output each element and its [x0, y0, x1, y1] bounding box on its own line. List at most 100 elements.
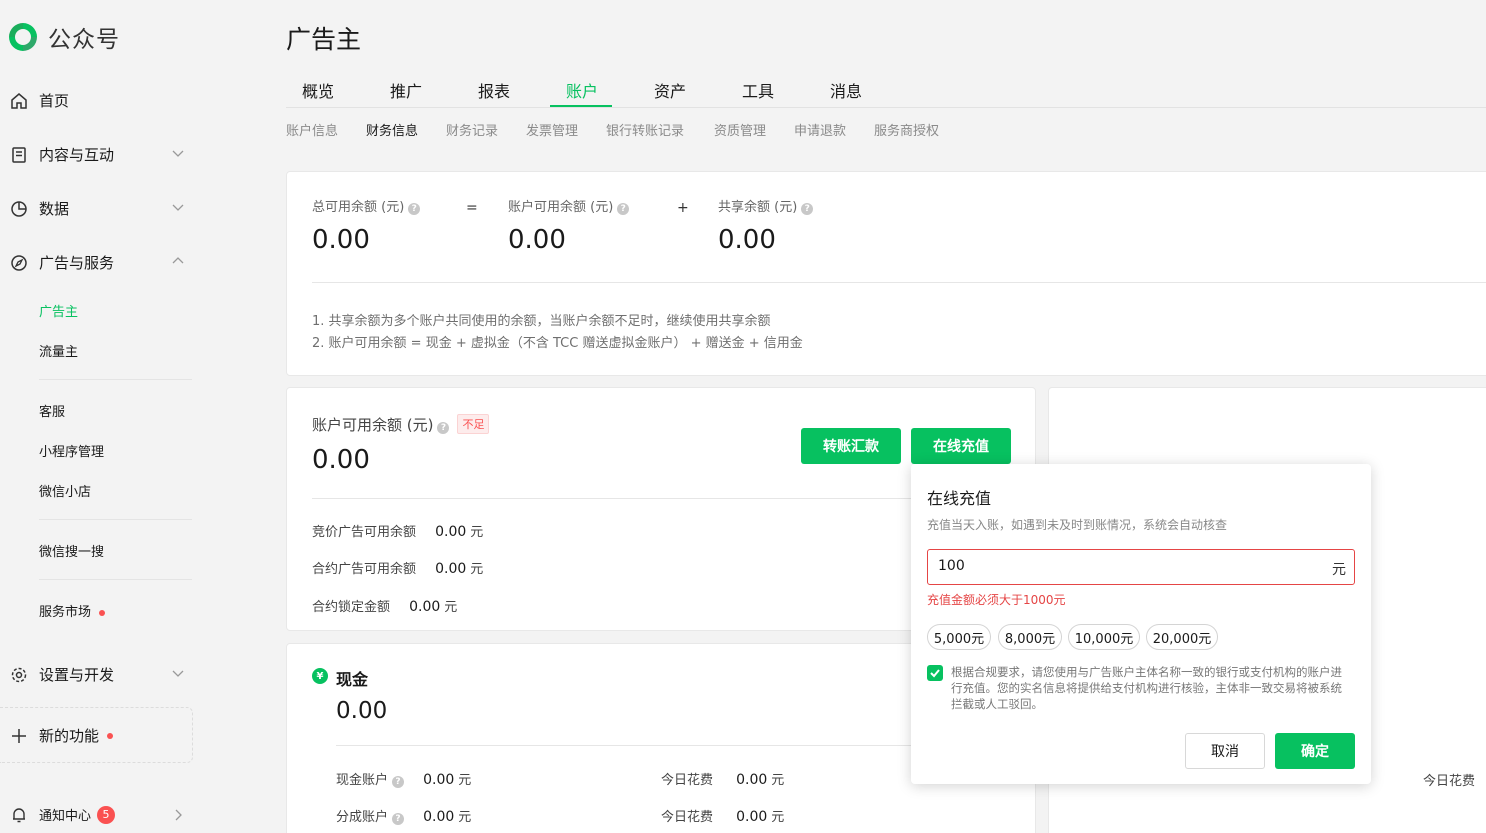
- sidebar-item-advertiser[interactable]: 广告主: [39, 301, 78, 320]
- today-spend-value: 0.00: [736, 772, 768, 788]
- main-tabs: 概览 推广 报表 账户 资产 工具 消息: [286, 70, 1486, 108]
- confirm-button[interactable]: 确定: [1275, 733, 1355, 769]
- tab-assets[interactable]: 资产: [654, 78, 686, 102]
- bell-icon: [13, 807, 25, 822]
- help-icon[interactable]: ?: [437, 422, 450, 434]
- cash-value: 0.00: [336, 698, 388, 724]
- sidebar: 公众号 首页 内容与互动 数据 广告与服务 广告主 流量主 客服 小程序管理 微…: [0, 0, 200, 833]
- subtab-refund[interactable]: 申请退款: [794, 120, 846, 139]
- compass-icon: [11, 254, 27, 271]
- divider: [39, 519, 192, 520]
- subtab-provider-auth[interactable]: 服务商授权: [874, 120, 939, 139]
- bid-balance-label: 竞价广告可用余额: [312, 525, 417, 540]
- cash-today-row: 今日花费 0.00 元: [661, 769, 784, 788]
- active-tab-indicator: [550, 105, 612, 107]
- contract-locked-value: 0.00: [409, 599, 441, 615]
- divider: [39, 579, 192, 580]
- nav-content[interactable]: 内容与互动: [10, 144, 184, 165]
- tab-reports[interactable]: 报表: [478, 78, 510, 102]
- tab-account[interactable]: 账户: [566, 78, 598, 102]
- help-icon[interactable]: ?: [408, 203, 421, 215]
- yuan-icon: ¥: [312, 668, 328, 684]
- tab-overview[interactable]: 概览: [302, 78, 334, 102]
- nav-new-features[interactable]: 新的功能: [10, 725, 180, 746]
- popover-description: 充值当天入账，如遇到未及时到账情况，系统会自动核查: [927, 518, 1228, 532]
- note-shared: 1. 共享余额为多个账户共同使用的余额，当账户余额不足时，继续使用共享余额: [312, 314, 771, 329]
- total-balance-label: 总可用余额 (元): [312, 200, 405, 215]
- unit: 元: [458, 773, 472, 788]
- quick-amount-8000[interactable]: 8,000元: [998, 624, 1062, 650]
- subtab-bank-transfer[interactable]: 银行转账记录: [606, 120, 684, 139]
- tab-tools[interactable]: 工具: [742, 78, 774, 102]
- note-formula: 2. 账户可用余额 = 现金 + 虚拟金（不含 TCC 赠送虚拟金账户） + 赠…: [312, 336, 803, 351]
- contract-locked-label: 合约锁定金额: [312, 600, 391, 615]
- unit: 元: [458, 810, 472, 825]
- sidebar-item-publisher[interactable]: 流量主: [39, 341, 78, 360]
- nav-new-features-label: 新的功能: [39, 727, 100, 745]
- logo[interactable]: 公众号: [6, 20, 120, 54]
- share-account-row: 分成账户? 0.00 元: [336, 806, 471, 825]
- checkmark-icon: [930, 669, 940, 678]
- sidebar-item-search[interactable]: 微信搜一搜: [39, 541, 104, 560]
- total-balance-value: 0.00: [312, 225, 370, 255]
- nav-settings[interactable]: 设置与开发: [10, 664, 184, 685]
- share-account-label: 分成账户: [336, 810, 389, 825]
- transfer-button[interactable]: 转账汇款: [801, 428, 901, 464]
- subtab-account-info[interactable]: 账户信息: [286, 120, 338, 139]
- sidebar-item-miniprogram[interactable]: 小程序管理: [39, 441, 104, 460]
- quick-amount-5000[interactable]: 5,000元: [927, 624, 991, 650]
- today-spend-label: 今日花费: [661, 810, 714, 825]
- cash-account-label: 现金账户: [336, 773, 389, 788]
- nav-data[interactable]: 数据: [10, 198, 184, 219]
- contract-balance-value: 0.00: [435, 561, 467, 577]
- contract-balance-row: 合约广告可用余额 0.00 元: [312, 558, 483, 577]
- chevron-down-icon: [172, 670, 184, 677]
- gear-icon: [11, 667, 27, 682]
- chevron-down-icon: [172, 150, 184, 157]
- sidebar-item-shop[interactable]: 微信小店: [39, 481, 91, 500]
- total-balance: 总可用余额 (元)? 0.00: [312, 196, 421, 255]
- recharge-amount-input[interactable]: [938, 558, 1298, 574]
- balance-summary-card: 总可用余额 (元)? 0.00 = 账户可用余额 (元)? 0.00 + 共享余…: [286, 171, 1486, 376]
- plus-sign: +: [677, 200, 689, 216]
- bid-balance-value: 0.00: [435, 524, 467, 540]
- cancel-button[interactable]: 取消: [1185, 733, 1265, 769]
- subtab-invoice[interactable]: 发票管理: [526, 120, 578, 139]
- tab-promotion[interactable]: 推广: [390, 78, 422, 102]
- shared-balance: 共享余额 (元)? 0.00: [718, 196, 814, 255]
- help-icon[interactable]: ?: [392, 776, 405, 788]
- wechat-official-logo-icon: [9, 23, 37, 51]
- sidebar-item-market[interactable]: 服务市场: [39, 601, 106, 620]
- tab-messages[interactable]: 消息: [830, 78, 862, 102]
- quick-amount-10000[interactable]: 10,000元: [1068, 624, 1140, 650]
- divider: [312, 498, 1012, 499]
- agreement-checkbox[interactable]: [927, 665, 943, 681]
- nav-home[interactable]: 首页: [10, 90, 180, 111]
- nav-data-label: 数据: [39, 200, 70, 218]
- quick-amount-20000[interactable]: 20,000元: [1146, 624, 1218, 650]
- share-today-row: 今日花费 0.00 元: [661, 806, 784, 825]
- account-card-header: 账户可用余额 (元)? 不足: [312, 414, 490, 435]
- nav-ads[interactable]: 广告与服务: [10, 252, 184, 273]
- equals-sign: =: [466, 200, 478, 216]
- share-account-value: 0.00: [423, 809, 455, 825]
- subtab-qualification[interactable]: 资质管理: [714, 120, 766, 139]
- recharge-amount-field: 元: [927, 549, 1355, 585]
- subtab-finance-records[interactable]: 财务记录: [446, 120, 498, 139]
- notification-count-badge: 5: [97, 805, 116, 824]
- nav-notifications[interactable]: 通知中心 5: [10, 805, 182, 824]
- shared-balance-value: 0.00: [718, 225, 776, 255]
- page-title: 广告主: [286, 25, 362, 54]
- account-balance-value: 0.00: [508, 225, 566, 255]
- subtab-finance-info[interactable]: 财务信息: [366, 120, 418, 139]
- unit: 元: [771, 810, 785, 825]
- sidebar-item-customer-service[interactable]: 客服: [39, 401, 65, 420]
- help-icon[interactable]: ?: [801, 203, 814, 215]
- online-recharge-button[interactable]: 在线充值: [911, 428, 1011, 464]
- nav-ads-label: 广告与服务: [39, 254, 115, 272]
- help-icon[interactable]: ?: [392, 813, 405, 825]
- online-recharge-popover: 在线充值 充值当天入账，如遇到未及时到账情况，系统会自动核查 元 充值金额必须大…: [911, 464, 1371, 784]
- chevron-down-icon: [172, 204, 184, 211]
- help-icon[interactable]: ?: [617, 203, 630, 215]
- document-icon: [12, 146, 26, 163]
